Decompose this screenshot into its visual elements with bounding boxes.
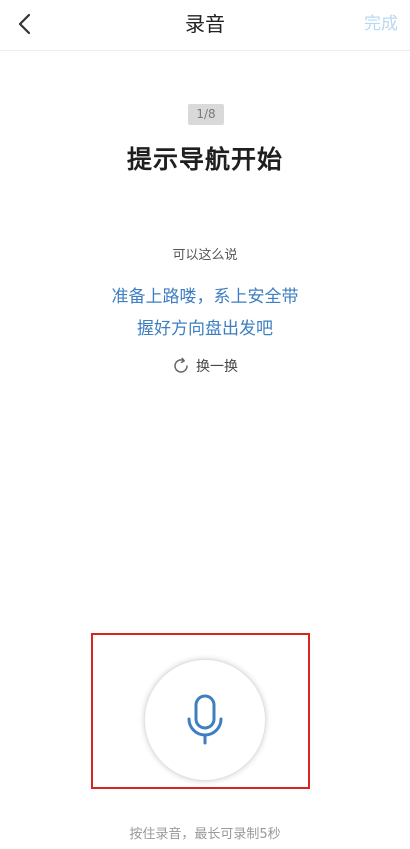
suggestion-line-2: 握好方向盘出发吧 <box>137 319 273 339</box>
suggestion-label: 可以这么说 <box>172 248 238 263</box>
done-button[interactable]: 完成 <box>364 0 398 48</box>
record-button[interactable] <box>144 659 266 781</box>
step-title: 提示导航开始 <box>126 145 283 174</box>
recording-screen: 录音 完成 1/8 提示导航开始 可以这么说 准备上路喽，系上安全带 握好方向盘… <box>0 0 410 849</box>
record-tip: 按住录音，最长可录制5秒 <box>129 827 281 842</box>
refresh-button[interactable]: 换一换 <box>0 356 410 376</box>
refresh-icon <box>172 357 190 375</box>
refresh-label: 换一换 <box>196 359 238 375</box>
nav-title: 录音 <box>185 12 225 36</box>
microphone-icon <box>187 694 223 745</box>
suggestion-line-1: 准备上路喽，系上安全带 <box>111 287 299 307</box>
step-progress-badge: 1/8 <box>188 104 224 125</box>
nav-bar: 录音 完成 <box>0 0 410 51</box>
